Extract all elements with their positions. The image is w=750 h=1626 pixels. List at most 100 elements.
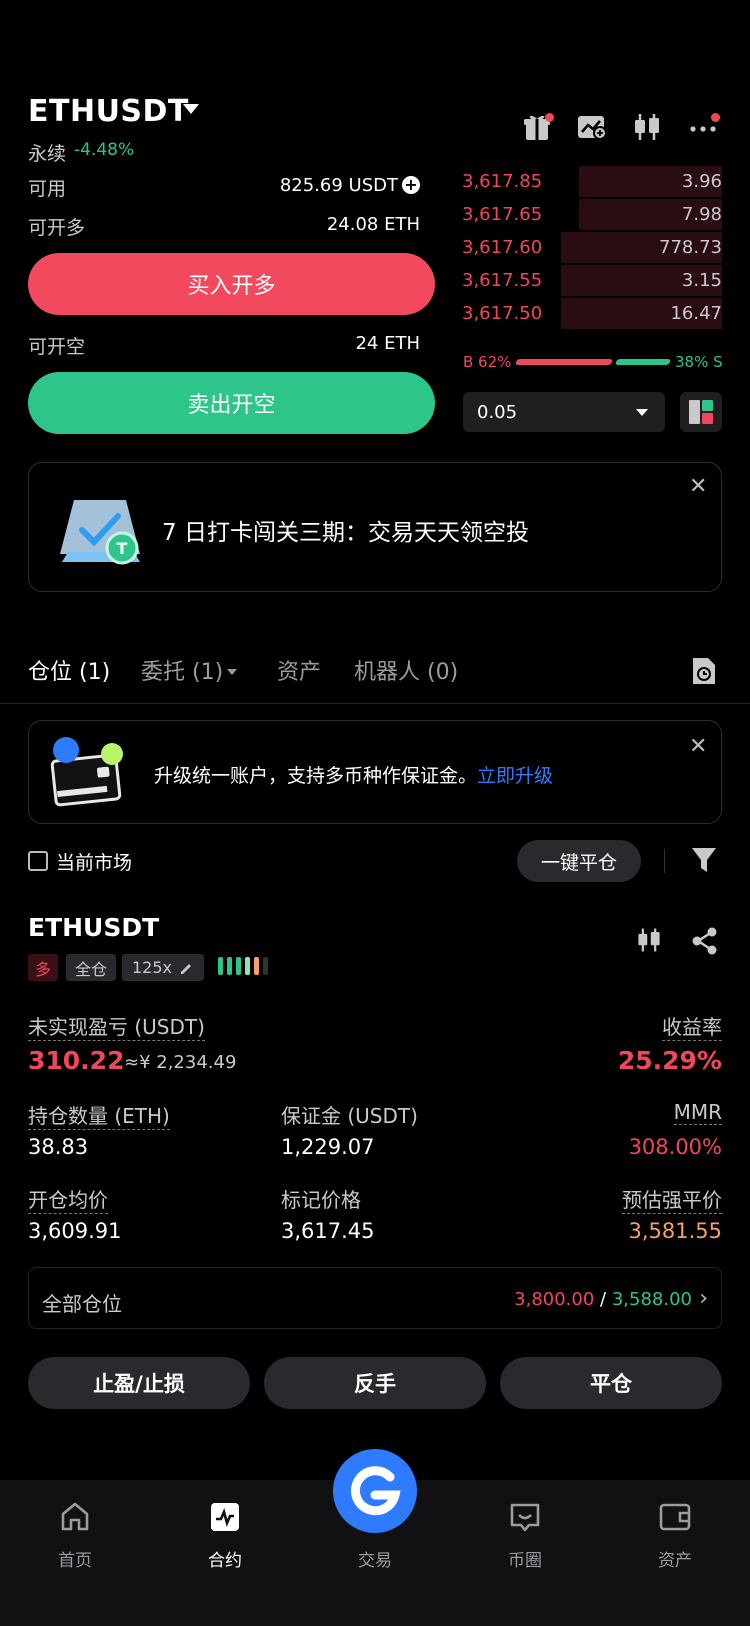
ask-size: 778.73: [659, 237, 722, 258]
chevron-right-icon: ›: [699, 1286, 708, 1311]
margin-label: 保证金 (USDT): [281, 1104, 418, 1128]
available-amount: 825.69 USDT: [279, 175, 398, 196]
orderbook-asks: 3,617.85 3.96 3,617.65 7.98 3,617.60 778…: [462, 165, 722, 330]
current-market-label[interactable]: 当前市场: [56, 848, 132, 875]
margin-mode-badge: 全仓: [66, 954, 116, 981]
tab-positions[interactable]: 仓位 (1): [28, 654, 110, 686]
ask-price: 3,617.60: [462, 237, 543, 258]
leverage-badge[interactable]: 125x: [122, 954, 204, 981]
nav-label: 币圈: [508, 1551, 542, 1571]
mark-price-label: 标记价格: [281, 1188, 361, 1212]
wallet-icon: [659, 1503, 691, 1531]
risk-level-bar: [218, 957, 223, 975]
ask-size: 7.98: [681, 204, 722, 225]
nav-item-futures[interactable]: 合约: [175, 1498, 275, 1571]
close-icon[interactable]: ✕: [689, 474, 707, 499]
ask-price: 3,617.65: [462, 204, 543, 225]
stop-loss-value: 3,588.00: [611, 1289, 692, 1310]
tab-assets[interactable]: 资产: [277, 654, 321, 686]
sell-ratio: 38% S: [675, 353, 723, 371]
chat-icon: [510, 1503, 540, 1532]
edit-icon: [181, 963, 191, 974]
close-position-button[interactable]: 平仓: [500, 1357, 722, 1409]
nav-item-home[interactable]: 首页: [25, 1498, 125, 1571]
risk-level-bar: [227, 957, 232, 975]
orderbook-layout-button[interactable]: [680, 392, 722, 432]
unrealized-pnl-value: 310.22: [28, 1046, 125, 1075]
mmr-value: 308.00%: [628, 1135, 722, 1159]
close-all-button[interactable]: 一键平仓: [517, 840, 641, 882]
ask-price: 3,617.55: [462, 270, 543, 291]
separator: [664, 849, 665, 873]
ask-size: 3.96: [681, 171, 722, 192]
risk-level-bar: [236, 957, 241, 975]
orderbook-row[interactable]: 3,617.55 3.15: [462, 264, 722, 297]
unrealized-pnl-label[interactable]: 未实现盈亏 (USDT): [28, 1011, 205, 1041]
available-value: 825.69 USDT +: [280, 175, 420, 196]
mmr-label[interactable]: MMR: [673, 1100, 722, 1125]
open-short-label: 可开空: [28, 336, 86, 358]
sell-short-button[interactable]: 卖出开空: [28, 372, 435, 434]
open-short-value: 24 ETH: [355, 333, 420, 354]
gift-icon[interactable]: [520, 110, 554, 144]
trade-fab-button[interactable]: [333, 1449, 417, 1533]
mark-price-value: 3,617.45: [281, 1219, 375, 1243]
orderbook-row[interactable]: 3,617.65 7.98: [462, 198, 722, 231]
entry-price-value: 3,609.91: [28, 1219, 122, 1243]
ask-price: 3,617.50: [462, 303, 543, 324]
upgrade-text: 升级统一账户，支持多币种作保证金。立即升级: [154, 761, 553, 788]
side-badge: 多: [28, 954, 58, 981]
candlestick-icon[interactable]: [630, 110, 664, 144]
available-label: 可用: [28, 178, 67, 200]
nav-item-community[interactable]: 币圈: [475, 1498, 575, 1571]
filter-icon[interactable]: [691, 846, 717, 878]
add-funds-icon[interactable]: +: [402, 176, 420, 194]
liq-price-label[interactable]: 预估强平价: [622, 1184, 722, 1214]
upgrade-now-link[interactable]: 立即升级: [477, 765, 553, 787]
symbol-title[interactable]: ETHUSDT: [28, 94, 189, 129]
chevron-down-icon: [636, 409, 648, 416]
nav-label: 合约: [208, 1551, 242, 1571]
roe-label[interactable]: 收益率: [662, 1011, 722, 1041]
ask-size: 3.15: [681, 270, 722, 291]
reverse-button[interactable]: 反手: [264, 1357, 486, 1409]
nav-label: 资产: [658, 1551, 692, 1571]
share-icon[interactable]: [690, 926, 720, 960]
nav-item-assets[interactable]: 资产: [625, 1498, 725, 1571]
entry-price-label[interactable]: 开仓均价: [28, 1184, 108, 1214]
candlestick-icon[interactable]: [634, 925, 664, 959]
tab-orders[interactable]: 委托 (1): [141, 654, 238, 686]
tabs-divider: [0, 703, 750, 704]
tab-bots[interactable]: 机器人 (0): [354, 654, 458, 686]
tpsl-button[interactable]: 止盈/止损: [28, 1357, 250, 1409]
sell-ratio-bar: [614, 359, 672, 365]
more-icon[interactable]: [688, 110, 722, 144]
tpsl-separator: /: [600, 1289, 607, 1310]
current-market-checkbox[interactable]: [28, 851, 48, 871]
nav-label-trade[interactable]: 交易: [325, 1546, 425, 1571]
open-long-value: 24.08 ETH: [326, 214, 420, 235]
contract-type-label: 永续: [28, 143, 67, 165]
history-icon[interactable]: [690, 656, 718, 690]
size-label[interactable]: 持仓数量 (ETH): [28, 1100, 170, 1130]
risk-level-bar: [245, 957, 250, 975]
roe-value: 25.29%: [617, 1046, 722, 1075]
chevron-down-icon: [227, 669, 238, 675]
orderbook-row[interactable]: 3,617.50 16.47: [462, 297, 722, 330]
buy-long-button[interactable]: 买入开多: [28, 253, 435, 315]
promo-text[interactable]: 7 日打卡闯关三期：交易天天领空投: [162, 513, 529, 547]
take-profit-value: 3,800.00: [514, 1289, 595, 1310]
buy-ratio-bar: [514, 359, 614, 365]
risk-level-bar: [263, 957, 268, 975]
orderbook-row[interactable]: 3,617.60 778.73: [462, 231, 722, 264]
orderbook-row[interactable]: 3,617.85 3.96: [462, 165, 722, 198]
chart-mode-icon[interactable]: [575, 110, 609, 144]
liq-price-value: 3,581.55: [628, 1219, 722, 1243]
price-change: -4.48%: [74, 140, 135, 160]
leverage-value: 125x: [131, 958, 172, 977]
buy-ratio: B 62%: [463, 353, 512, 371]
home-icon: [61, 1502, 89, 1531]
symbol-dropdown-caret-icon[interactable]: [183, 104, 199, 114]
close-icon[interactable]: ✕: [689, 734, 707, 759]
all-positions-label: 全部仓位: [42, 1292, 122, 1316]
